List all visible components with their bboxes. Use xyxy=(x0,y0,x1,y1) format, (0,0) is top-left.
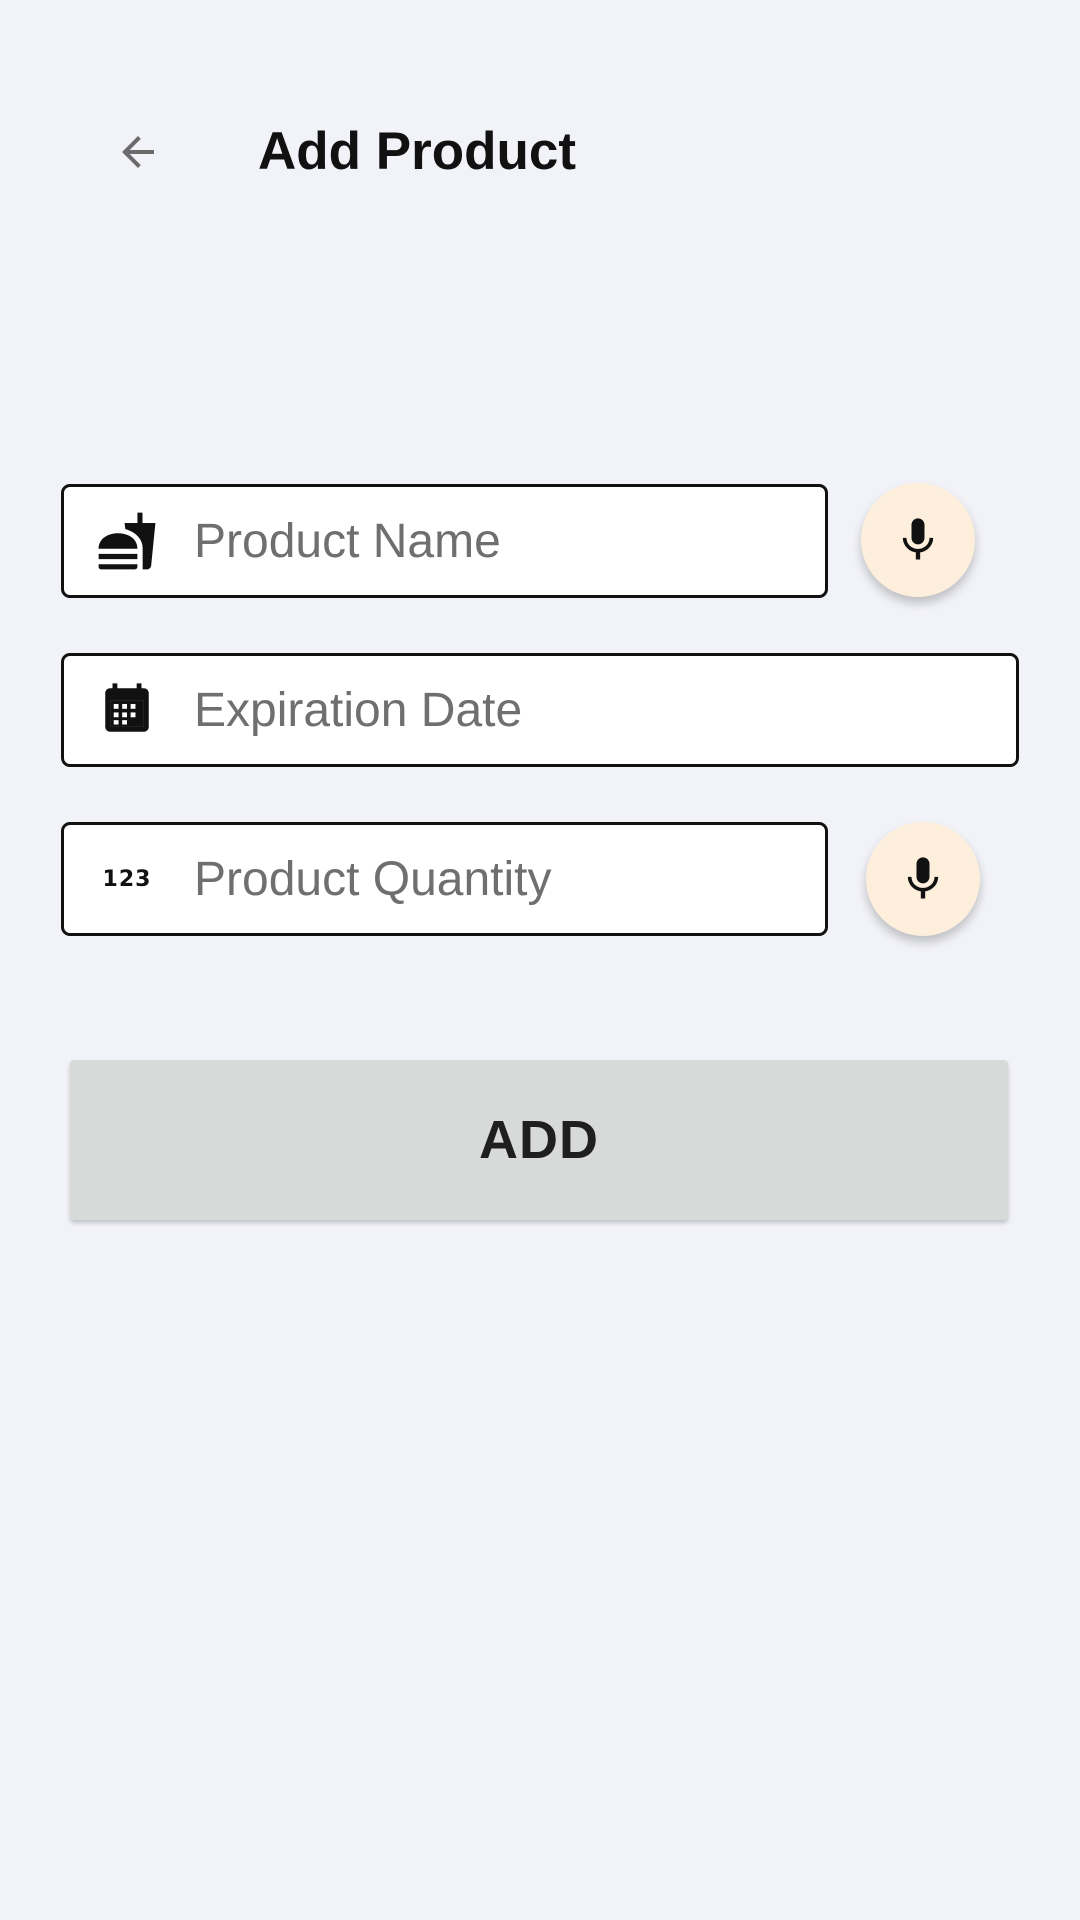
microphone-icon xyxy=(902,518,934,560)
product-quantity-mic-button[interactable] xyxy=(866,822,980,936)
product-quantity-input[interactable] xyxy=(194,825,801,933)
product-name-input[interactable] xyxy=(194,487,801,595)
product-name-mic-button[interactable] xyxy=(861,483,975,597)
app-bar: Add Product xyxy=(0,0,1080,300)
calendar-icon xyxy=(96,679,158,741)
product-quantity-field[interactable]: 123 xyxy=(61,822,828,936)
numbers-123-icon: 123 xyxy=(96,848,158,910)
back-button[interactable] xyxy=(104,118,172,186)
product-name-field[interactable] xyxy=(61,484,828,598)
microphone-icon xyxy=(907,857,939,899)
add-button[interactable]: ADD xyxy=(70,1060,1008,1220)
expiration-date-input[interactable] xyxy=(194,656,992,764)
fastfood-icon xyxy=(96,510,158,572)
expiration-date-field[interactable] xyxy=(61,653,1019,767)
numbers-123-glyph: 123 xyxy=(102,866,152,892)
page-title: Add Product xyxy=(258,122,576,181)
arrow-back-icon xyxy=(122,136,154,168)
